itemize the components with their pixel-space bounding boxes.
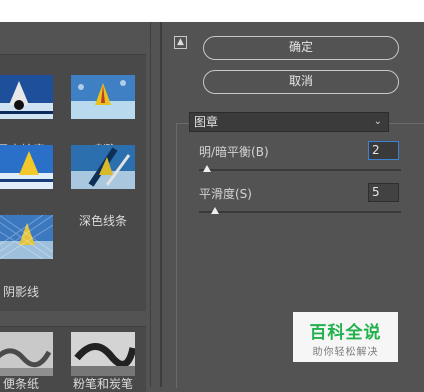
light-dark-balance-slider-handle[interactable] [203, 165, 212, 172]
filter-select-value: 图章 [194, 115, 219, 129]
gallery-thumb-ink-outlines[interactable] [0, 75, 53, 119]
gallery-item-label: 阴影线 [2, 285, 39, 299]
smoothness-input[interactable]: 5 [368, 183, 399, 202]
ok-button[interactable]: 确定 [203, 36, 399, 60]
gallery-item-label: 深色线条 [78, 214, 127, 228]
cancel-button[interactable]: 取消 [203, 70, 399, 94]
gallery-scroll-divider [150, 22, 151, 387]
gallery-item-label: 粉笔和炭笔 [72, 377, 133, 391]
gallery-thumb-dark-strokes[interactable] [71, 145, 135, 189]
panel-divider [160, 22, 162, 387]
light-dark-balance-input[interactable]: 2 [368, 141, 399, 160]
watermark-logo: 百科全说 助你轻松解决 [293, 312, 398, 362]
chevron-down-icon: ⌄ [373, 116, 382, 127]
gallery-thumb-note-paper[interactable] [0, 332, 53, 376]
top-bar [0, 0, 424, 22]
watermark-title: 百科全说 [309, 323, 382, 343]
filter-select[interactable]: 图章 ⌄ [189, 112, 389, 132]
gallery-thumb-accented-edges[interactable] [0, 145, 53, 189]
light-dark-balance-label: 明/暗平衡(B) [199, 145, 269, 159]
smoothness-slider[interactable] [199, 211, 401, 213]
smoothness-label: 平滑度(S) [199, 187, 252, 201]
light-dark-balance-slider[interactable] [199, 169, 401, 171]
gallery-thumb-crosshatch[interactable] [0, 215, 53, 259]
collapse-up-icon[interactable]: ▲ [174, 36, 187, 49]
smoothness-slider-handle[interactable] [211, 207, 220, 214]
watermark-subtitle: 助你轻松解决 [312, 347, 379, 358]
gallery-thumb-chalk-charcoal[interactable] [71, 332, 135, 376]
gallery-thumb-spatter[interactable] [71, 75, 135, 119]
gallery-item-label: 便条纸 [2, 377, 39, 391]
filter-gallery: 墨水轮廓 喷溅 强化的边缘 深色线条 阴影线 便条纸 粉笔和炭笔 [0, 22, 158, 392]
